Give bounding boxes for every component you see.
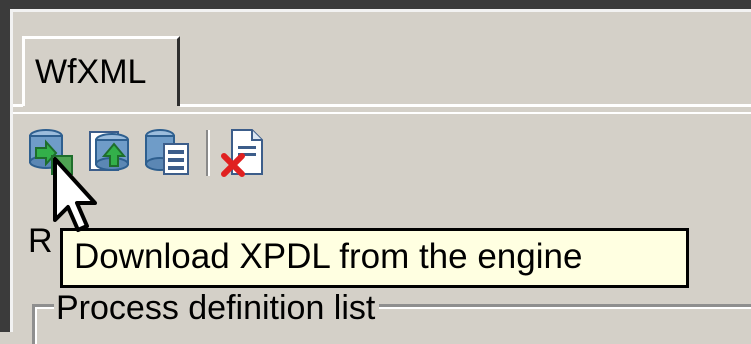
window-frame-left xyxy=(0,0,10,332)
process-list-icon[interactable] xyxy=(142,126,192,178)
tab-strip-border xyxy=(180,104,751,107)
tab-strip-border xyxy=(13,104,23,107)
tooltip-text: Download XPDL from the engine xyxy=(74,237,583,276)
tooltip: Download XPDL from the engine xyxy=(60,228,689,288)
toolbar-separator xyxy=(206,130,210,176)
tab-wfxml-label: WfXML xyxy=(35,53,147,91)
mouse-pointer-icon xyxy=(53,157,97,232)
partial-label: R xyxy=(28,222,53,260)
groupbox-title: Process definition list xyxy=(54,288,380,328)
toolbar-border xyxy=(13,112,751,114)
window-frame-top xyxy=(0,0,751,9)
tab-wfxml[interactable]: WfXML xyxy=(22,36,180,106)
delete-document-icon[interactable] xyxy=(220,126,270,178)
